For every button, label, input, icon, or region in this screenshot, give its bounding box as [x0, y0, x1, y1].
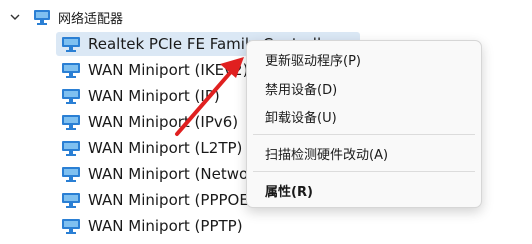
menu-item-label: 卸载设备(U) — [265, 110, 337, 126]
device-label: WAN Miniport (IKEv2) — [88, 61, 249, 79]
menu-item-update-driver[interactable]: 更新驱动程序(P) — [265, 48, 361, 70]
category-network-adapters[interactable]: 网络适配器 — [8, 5, 123, 29]
context-menu: 更新驱动程序(P) 禁用设备(D) 卸载设备(U) 扫描检测硬件改动(A) 属性… — [246, 40, 482, 208]
device-label: WAN Miniport (PPTP) — [88, 217, 243, 235]
menu-item-label: 禁用设备(D) — [265, 82, 338, 98]
menu-item-properties[interactable]: 属性(R) — [265, 179, 313, 201]
menu-item-label: 扫描检测硬件改动(A) — [265, 147, 389, 163]
category-label: 网络适配器 — [58, 11, 124, 27]
network-adapter-icon — [62, 89, 80, 104]
menu-item-disable-device[interactable]: 禁用设备(D) — [265, 77, 337, 99]
device-row[interactable]: WAN Miniport (IP) — [60, 84, 220, 108]
device-row[interactable]: WAN Miniport (IKEv2) — [60, 58, 248, 82]
network-adapter-icon — [62, 167, 80, 182]
device-row[interactable]: WAN Miniport (IPv6) — [60, 110, 238, 134]
menu-item-scan-hardware[interactable]: 扫描检测硬件改动(A) — [265, 142, 388, 164]
chevron-down-icon[interactable] — [8, 10, 22, 24]
device-label: WAN Miniport (IPv6) — [88, 113, 239, 131]
network-adapter-icon — [62, 63, 80, 78]
network-adapter-icon — [62, 37, 80, 52]
device-row[interactable]: WAN Miniport (PPTP) — [60, 214, 243, 238]
network-adapter-icon — [62, 219, 80, 234]
network-adapter-icon — [62, 141, 80, 156]
menu-separator — [253, 134, 475, 135]
device-row[interactable]: WAN Miniport (PPPOE) — [60, 188, 255, 212]
menu-item-label: 更新驱动程序(P) — [265, 53, 361, 69]
network-adapter-icon — [62, 115, 80, 130]
menu-item-label: 属性(R) — [265, 184, 313, 200]
menu-item-uninstall-device[interactable]: 卸载设备(U) — [265, 105, 337, 127]
device-label: WAN Miniport (IP) — [88, 87, 220, 105]
menu-separator — [253, 171, 475, 172]
device-label: WAN Miniport (PPPOE) — [88, 191, 255, 209]
device-row[interactable]: WAN Miniport (L2TP) — [60, 136, 242, 160]
network-adapter-icon — [34, 10, 50, 25]
network-adapter-icon — [62, 193, 80, 208]
device-label: WAN Miniport (L2TP) — [88, 139, 243, 157]
